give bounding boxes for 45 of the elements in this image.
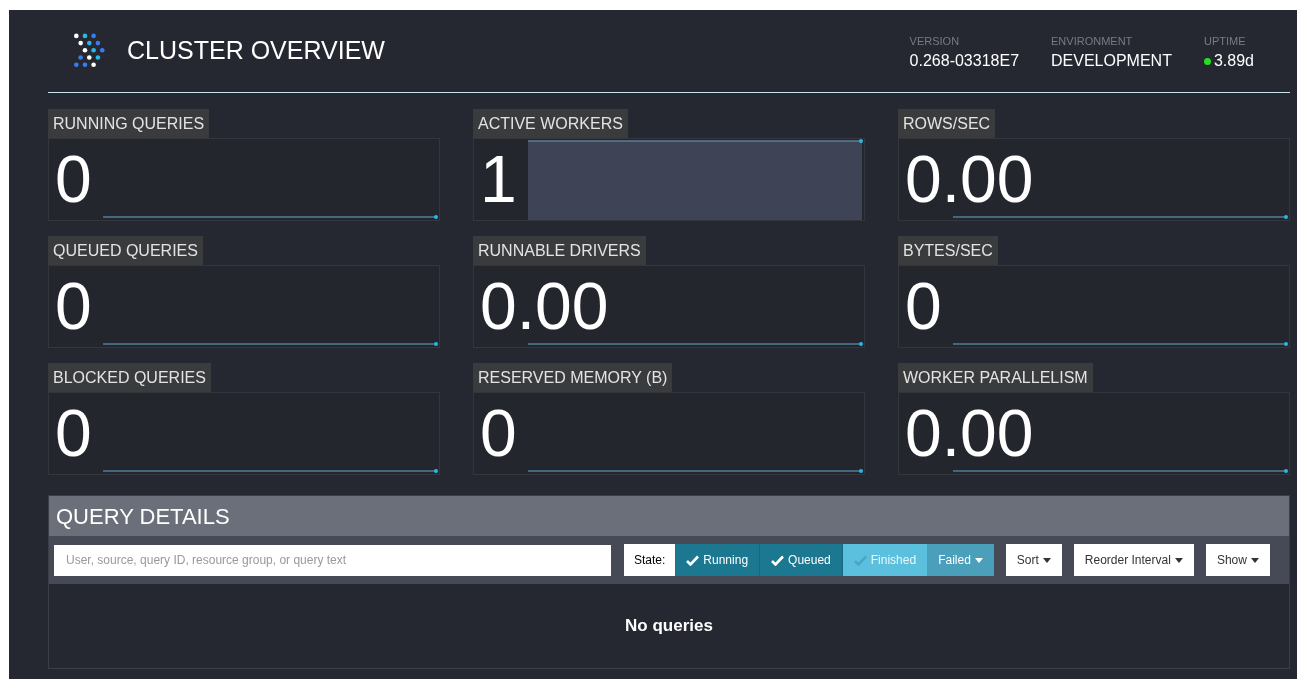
- state-toggle[interactable]: Running: [675, 544, 761, 576]
- check-icon: [686, 554, 700, 566]
- empty-message: No queries: [625, 615, 713, 638]
- metric-value: 0.00: [905, 141, 1034, 218]
- metric-value: 0.00: [480, 268, 609, 345]
- filter-dropdown[interactable]: Failed: [927, 544, 994, 576]
- stat-value: 0.268-03318E7: [909, 51, 1020, 72]
- stat-label: UPTIME: [1203, 33, 1247, 49]
- metric-label: QUEUED QUERIES: [48, 236, 203, 265]
- metric-label: BYTES/SEC: [898, 236, 998, 265]
- toggle-label: Finished: [870, 552, 917, 569]
- menu-button[interactable]: Sort: [1005, 544, 1062, 576]
- menu-button[interactable]: Show: [1205, 544, 1270, 576]
- metric-label: ACTIVE WORKERS: [473, 109, 628, 138]
- section-title: QUERY DETAILS: [56, 502, 230, 531]
- metric-label: WORKER PARALLELISM: [898, 363, 1093, 392]
- caret-icon: [1174, 557, 1183, 563]
- stat-value: 3.89d: [1213, 51, 1254, 72]
- menu-button[interactable]: Reorder Interval: [1073, 544, 1194, 576]
- toggle-label: Queued: [788, 552, 831, 569]
- metric-label: ROWS/SEC: [898, 109, 996, 138]
- metric-value: 0: [55, 268, 92, 345]
- metric-label: RESERVED MEMORY (B): [473, 363, 673, 392]
- metric-value: 0.00: [905, 395, 1034, 472]
- stat-label: ENVIRONMENT: [1051, 33, 1134, 49]
- page-title: CLUSTER OVERVIEW: [127, 35, 385, 67]
- metric-label: BLOCKED QUERIES: [48, 363, 211, 392]
- metric-value: 0: [55, 395, 92, 472]
- metric-value: 0: [55, 141, 92, 218]
- caret-icon: [1042, 557, 1051, 563]
- stat-label: VERSION: [909, 33, 961, 49]
- toggle-label: Running: [703, 552, 749, 569]
- metric-label: RUNNABLE DRIVERS: [473, 236, 646, 265]
- state-label: State:: [624, 544, 676, 576]
- caret-icon: [974, 557, 983, 563]
- search-field[interactable]: User, source, query ID, resource group, or query text: [54, 544, 611, 576]
- metric-value: 0: [480, 395, 517, 472]
- stat-value: DEVELOPMENT: [1051, 51, 1172, 72]
- metric-value: 1: [480, 141, 517, 218]
- caret-icon: [1250, 557, 1259, 563]
- state-toggle[interactable]: Queued: [760, 544, 843, 576]
- metric-label: RUNNING QUERIES: [48, 109, 210, 138]
- check-icon: [771, 554, 785, 566]
- check-icon: [853, 554, 867, 566]
- metric-value: 0: [905, 268, 942, 345]
